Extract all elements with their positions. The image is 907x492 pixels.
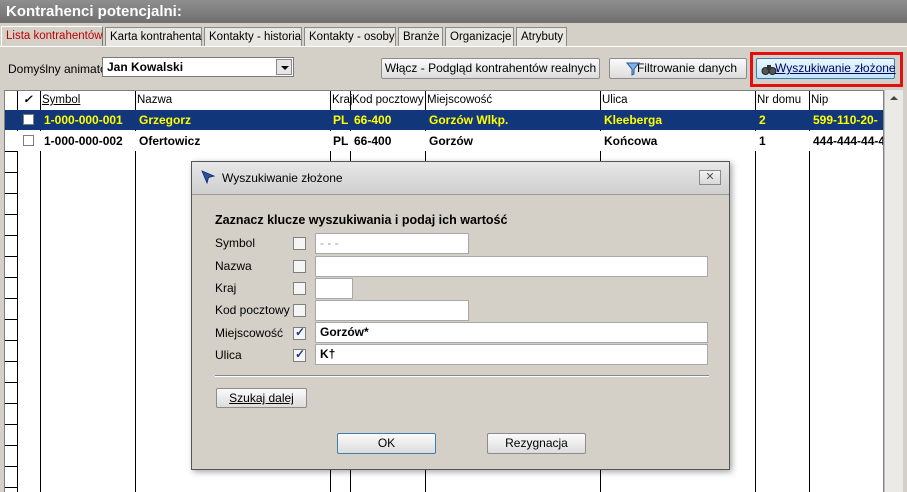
gutter-tick: [5, 487, 17, 488]
animator-label: Domyślny animator: [8, 62, 111, 76]
checkbox-kod-pocztowy[interactable]: [293, 304, 306, 317]
field-label-kraj: Kraj: [215, 281, 237, 295]
cell-nip: 599-110-20-: [813, 113, 878, 127]
complex-search-button[interactable]: Wyszukiwanie złożone: [756, 58, 896, 79]
vertical-scrollbar[interactable]: [884, 90, 903, 492]
column-header-kod[interactable]: Kod pocztowy: [352, 91, 424, 109]
column-header-ulica[interactable]: Ulica: [602, 91, 628, 109]
filter-button[interactable]: Filtrowanie danych: [609, 58, 747, 79]
gutter-tick: [5, 235, 17, 236]
cell-nr-domu: 2: [759, 113, 766, 127]
animator-select[interactable]: Jan Kowalski: [102, 57, 294, 77]
tab-underline: [0, 46, 907, 47]
binoculars-icon: [761, 65, 777, 75]
cell-kod: 66-400: [354, 134, 392, 148]
gutter-tick: [5, 256, 17, 257]
cell-ulica: Końcowa: [604, 134, 658, 148]
cell-nr-domu: 1: [759, 134, 766, 148]
column-header-nip[interactable]: Nip: [811, 91, 828, 109]
cell-nazwa: Grzegorz: [139, 113, 192, 127]
complex-search-button-label: Wyszukiwanie złożone: [775, 61, 896, 75]
input-kraj[interactable]: [315, 278, 353, 299]
field-label-miejscowosc: Miejscowość: [215, 326, 284, 340]
row-checkbox[interactable]: [23, 114, 34, 125]
gutter-tick: [5, 382, 17, 383]
chevron-down-icon[interactable]: [276, 59, 292, 75]
checkbox-kraj[interactable]: [293, 282, 306, 295]
gutter-tick: [5, 403, 17, 404]
tab-lista-kontrahentow[interactable]: Lista kontrahentów: [1, 26, 103, 47]
scroll-up-icon[interactable]: [885, 90, 903, 107]
search-next-label: Szukaj dalej: [229, 391, 294, 405]
gutter-tick: [5, 214, 17, 215]
check-column-header[interactable]: ✓: [23, 91, 33, 109]
checkbox-ulica[interactable]: [293, 347, 306, 362]
gutter-tick: [5, 298, 17, 299]
table-row[interactable]: 1-000-000-001 Grzegorz PL 66-400 Gorzów …: [5, 110, 883, 130]
realni-toggle-button[interactable]: Włącz - Podgląd kontrahentów realnych: [381, 58, 600, 79]
checkbox-nazwa[interactable]: [293, 260, 306, 273]
tab-bar: Lista kontrahentów Karta kontrahenta Kon…: [0, 26, 907, 47]
close-icon[interactable]: ✕: [699, 170, 721, 185]
dialog-separator: [215, 375, 709, 377]
input-miejscowosc[interactable]: Gorzów*: [315, 322, 708, 343]
cell-symbol: 1-000-000-001: [44, 113, 123, 127]
field-label-kod-pocztowy: Kod pocztowy: [215, 303, 290, 317]
input-symbol[interactable]: - - -: [315, 233, 469, 254]
tab-atrybuty[interactable]: Atrybuty: [516, 27, 567, 46]
gutter-tick: [5, 319, 17, 320]
cell-miejscowosc: Gorzów Wlkp.: [429, 113, 509, 127]
tab-branze[interactable]: Branże: [398, 27, 443, 46]
column-header-symbol[interactable]: Symbol: [42, 91, 80, 109]
cancel-button[interactable]: Rezygnacja: [487, 433, 586, 454]
field-label-ulica: Ulica: [215, 348, 242, 362]
window-title: Kontrahenci potencjalni:: [0, 0, 907, 23]
filter-button-label: Filtrowanie danych: [636, 61, 738, 75]
gutter-tick: [5, 340, 17, 341]
checkbox-miejscowosc[interactable]: [293, 325, 306, 340]
input-ulica[interactable]: K†: [315, 344, 708, 365]
gutter-tick: [5, 172, 17, 173]
gutter-tick: [5, 151, 17, 152]
row-checkbox[interactable]: [23, 135, 34, 146]
tab-kontakty-historia[interactable]: Kontakty - historia: [204, 27, 302, 46]
cell-kod: 66-400: [354, 113, 392, 127]
dialog-titlebar[interactable]: Wyszukiwanie złożone ✕: [192, 162, 729, 195]
column-header-miejscowosc[interactable]: Miejscowość: [427, 91, 492, 109]
gutter-tick: [5, 424, 17, 425]
dialog-title: Wyszukiwanie złożone: [222, 171, 343, 185]
gutter-tick: [5, 445, 17, 446]
table-row[interactable]: 1-000-000-002 Ofertowicz PL 66-400 Gorzó…: [5, 131, 884, 151]
input-kod-pocztowy[interactable]: [315, 300, 469, 321]
complex-search-dialog: Wyszukiwanie złożone ✕ Zaznacz klucze wy…: [191, 161, 730, 470]
gutter-tick: [5, 277, 17, 278]
column-header-nr-domu[interactable]: Nr domu: [757, 91, 801, 109]
gutter-tick: [5, 193, 17, 194]
filter-icon: [626, 62, 640, 76]
cursor-arrow-icon: [201, 170, 216, 185]
field-label-symbol: Symbol: [215, 236, 256, 250]
tab-karta-kontrahenta[interactable]: Karta kontrahenta: [105, 27, 202, 46]
gutter-tick: [5, 361, 17, 362]
search-next-button[interactable]: Szukaj dalej: [216, 388, 307, 408]
tab-organizacje[interactable]: Organizacje: [445, 27, 514, 46]
gutter-tick: [5, 466, 17, 467]
animator-value: Jan Kowalski: [107, 60, 184, 74]
input-nazwa[interactable]: [315, 256, 708, 277]
cell-kraj: PL: [333, 113, 349, 127]
checkbox-symbol[interactable]: [293, 237, 306, 250]
cell-kraj: PL: [333, 134, 349, 148]
ok-button[interactable]: OK: [337, 433, 436, 454]
cell-symbol: 1-000-000-002: [44, 134, 123, 148]
cell-miejscowosc: Gorzów: [429, 134, 473, 148]
cell-ulica: Kleeberga: [604, 113, 663, 127]
cell-nazwa: Ofertowicz: [139, 134, 201, 148]
dialog-heading: Zaznacz klucze wyszukiwania i podaj ich …: [215, 213, 508, 227]
field-label-nazwa: Nazwa: [215, 259, 252, 273]
column-header-nazwa[interactable]: Nazwa: [137, 91, 172, 109]
tab-kontakty-osoby[interactable]: Kontakty - osoby: [304, 27, 396, 46]
cell-nip: 444-444-44-4: [813, 134, 884, 148]
